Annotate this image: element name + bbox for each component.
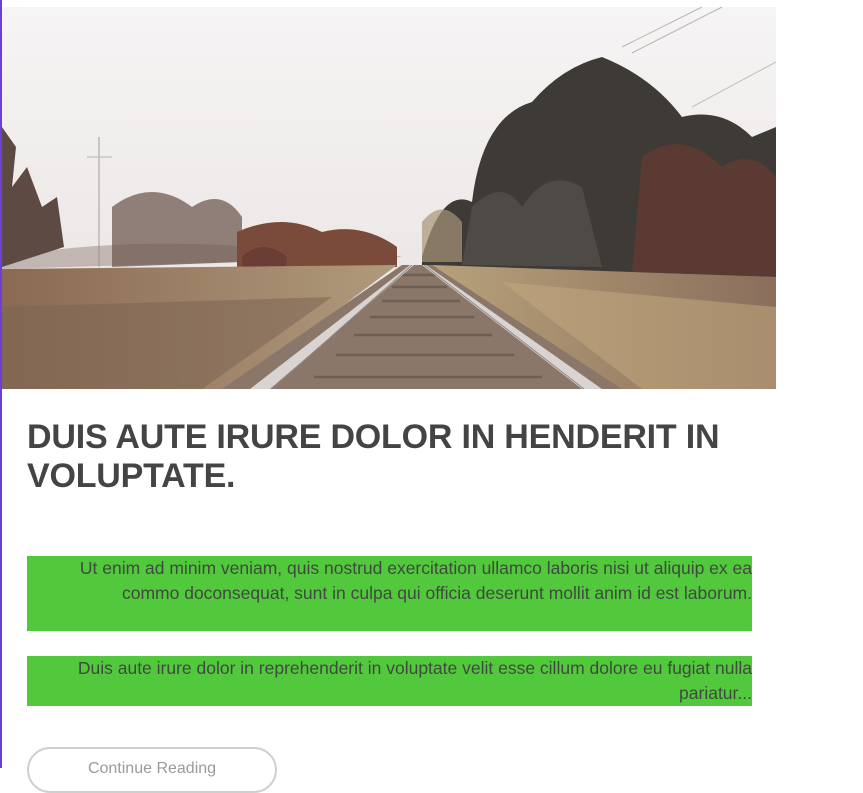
continue-reading-button[interactable]: Continue Reading [27,747,277,793]
post-title: DUIS AUTE IRURE DOLOR IN HENDERIT IN VOL… [27,418,720,495]
post-featured-image [2,7,776,389]
railway-landscape-image [2,7,776,389]
post-excerpt-paragraph-2: Duis aute irure dolor in reprehenderit i… [27,656,752,706]
post-excerpt-paragraph-1: Ut enim ad minim veniam, quis nostrud ex… [27,556,752,631]
